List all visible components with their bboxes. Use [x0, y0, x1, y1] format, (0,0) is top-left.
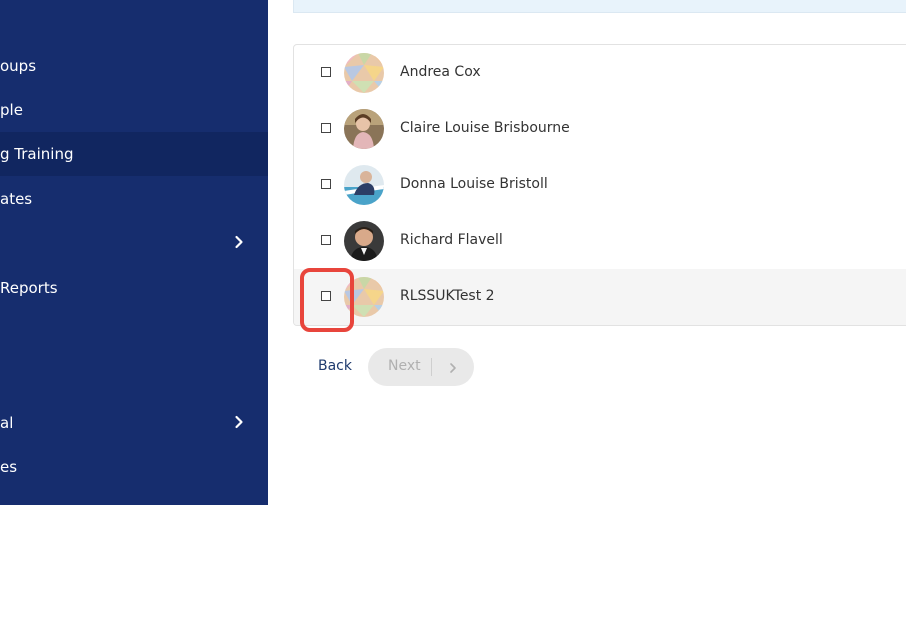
person-name: RLSSUKTest 2: [400, 288, 495, 304]
next-button[interactable]: Next: [368, 348, 474, 386]
avatar: [344, 53, 384, 93]
sidebar-item-label: g Training: [0, 145, 74, 163]
people-list: Andrea Cox Claire Louise Brisbourne Donn…: [293, 44, 906, 326]
person-name: Claire Louise Brisbourne: [400, 120, 570, 136]
sidebar-item-people[interactable]: ple: [0, 88, 268, 132]
info-banner: [293, 0, 906, 13]
select-checkbox[interactable]: [321, 123, 331, 133]
sidebar: oups ple g Training ates Reports al es: [0, 0, 268, 505]
sidebar-item-expandable[interactable]: [0, 221, 268, 265]
sidebar-item-reports[interactable]: Reports: [0, 266, 268, 310]
list-item[interactable]: Claire Louise Brisbourne: [294, 101, 906, 157]
next-label: Next: [388, 358, 421, 374]
sidebar-item-label: ple: [0, 101, 23, 119]
sidebar-item-label: al: [0, 414, 14, 432]
divider: [431, 358, 432, 376]
person-name: Richard Flavell: [400, 232, 503, 248]
list-item[interactable]: Donna Louise Bristoll: [294, 157, 906, 213]
sidebar-item-training[interactable]: g Training: [0, 132, 268, 176]
chevron-right-icon: [446, 360, 460, 374]
sidebar-item-label: ates: [0, 190, 33, 208]
avatar: [344, 221, 384, 261]
chevron-right-icon: [231, 234, 247, 250]
list-item[interactable]: RLSSUKTest 2: [294, 269, 906, 325]
sidebar-item-label: Reports: [0, 279, 58, 297]
person-name: Andrea Cox: [400, 64, 481, 80]
back-button[interactable]: Back: [318, 358, 352, 374]
highlight-ring: [300, 268, 354, 332]
avatar: [344, 109, 384, 149]
person-name: Donna Louise Bristoll: [400, 176, 548, 192]
chevron-right-icon: [231, 414, 247, 430]
sidebar-item-label: es: [0, 458, 18, 476]
list-item[interactable]: Andrea Cox: [294, 45, 906, 101]
sidebar-item-resources[interactable]: es: [0, 445, 268, 489]
select-checkbox[interactable]: [321, 67, 331, 77]
sidebar-item-groups[interactable]: oups: [0, 44, 268, 88]
select-checkbox[interactable]: [321, 235, 331, 245]
sidebar-item-expandable-2[interactable]: al: [0, 401, 268, 445]
sidebar-item-label: oups: [0, 57, 37, 75]
list-item[interactable]: Richard Flavell: [294, 213, 906, 269]
select-checkbox[interactable]: [321, 179, 331, 189]
avatar: [344, 165, 384, 205]
sidebar-item-certificates[interactable]: ates: [0, 177, 268, 221]
